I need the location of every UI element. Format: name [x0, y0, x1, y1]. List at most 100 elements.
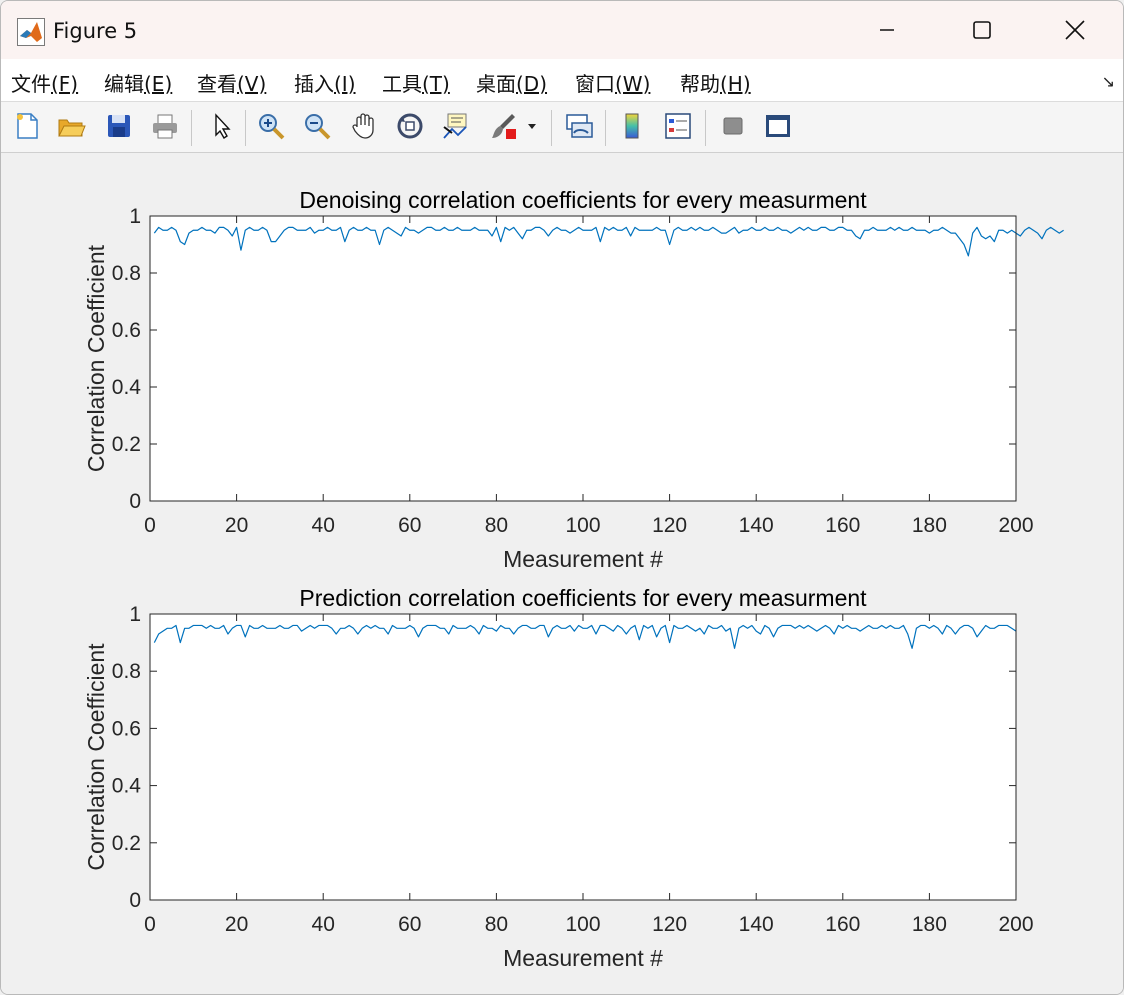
figure-canvas: 0 20 40 60 80 100 120 140 160 180 200 0 0.2 0.4 0.6 0.8…	[1, 153, 1123, 994]
open-file-icon	[58, 119, 86, 137]
y-tick-label: 0.2	[112, 832, 141, 855]
figure-toolbar	[1, 102, 1123, 153]
menu-window[interactable]: 窗口(W)	[575, 68, 650, 97]
chart-title: Denoising correlation coefficients for e…	[299, 187, 867, 213]
maximize-button[interactable]	[952, 9, 1012, 51]
x-tick-label: 0	[144, 913, 156, 936]
show-plot-tools-icon	[766, 115, 790, 137]
zoom-in-icon	[259, 114, 285, 140]
hide-plot-tools-icon	[723, 117, 743, 135]
print-icon	[153, 114, 177, 139]
toolbar-separator	[705, 110, 706, 146]
select-arrow-icon	[215, 113, 231, 139]
dock-arrow-icon[interactable]: ↘	[1102, 72, 1115, 91]
x-tick-label: 80	[485, 913, 508, 936]
menu-view[interactable]: 查看(V)	[197, 68, 266, 97]
new-figure-button[interactable]	[9, 108, 45, 144]
x-tick-label: 140	[739, 913, 774, 936]
toolbar-separator	[245, 110, 246, 146]
legend-icon	[665, 113, 691, 139]
new-figure-icon	[17, 113, 38, 139]
rotate-3d-icon	[397, 113, 423, 139]
link-plot-icon	[566, 114, 593, 138]
x-tick-label: 120	[652, 514, 687, 537]
select-button[interactable]	[203, 108, 239, 144]
menu-edit[interactable]: 编辑(E)	[104, 68, 172, 97]
zoom-out-button[interactable]	[299, 108, 335, 144]
data-cursor-button[interactable]	[437, 108, 473, 144]
link-plot-button[interactable]	[561, 108, 597, 144]
axes-background	[150, 216, 1016, 501]
title-bar: Figure 5	[1, 1, 1123, 59]
open-file-button[interactable]	[53, 108, 89, 144]
close-button[interactable]	[1045, 9, 1105, 51]
toolbar-separator	[191, 110, 192, 146]
y-tick-label: 0.6	[112, 717, 141, 740]
chevron-down-icon	[528, 124, 536, 129]
toolbar-separator	[551, 110, 552, 146]
save-icon	[108, 115, 130, 137]
data-cursor-icon	[443, 113, 467, 139]
axes-background	[150, 614, 1016, 900]
show-plot-tools-button[interactable]	[760, 108, 796, 144]
x-tick-label: 100	[565, 913, 600, 936]
print-button[interactable]	[147, 108, 183, 144]
y-tick-label: 0.6	[112, 319, 141, 342]
window-title: Figure 5	[53, 19, 138, 43]
x-tick-label: 20	[225, 913, 248, 936]
x-axis-label: Measurement #	[503, 546, 663, 572]
minimize-button[interactable]	[857, 9, 917, 51]
rotate-3d-button[interactable]	[392, 108, 428, 144]
brush-button[interactable]	[485, 108, 521, 144]
x-tick-label: 160	[825, 514, 860, 537]
colorbar-icon	[625, 113, 639, 139]
zoom-in-button[interactable]	[253, 108, 289, 144]
menu-file[interactable]: 文件(F)	[11, 68, 78, 97]
x-tick-label: 140	[739, 514, 774, 537]
menu-tools[interactable]: 工具(T)	[382, 68, 450, 97]
y-tick-label: 0.8	[112, 262, 141, 285]
pan-hand-icon	[352, 113, 374, 139]
x-tick-label: 60	[398, 514, 421, 537]
menu-help[interactable]: 帮助(H)	[680, 68, 751, 97]
y-tick-label: 1	[129, 603, 141, 626]
x-tick-label: 60	[398, 913, 421, 936]
pan-button[interactable]	[346, 108, 382, 144]
hide-plot-tools-button[interactable]	[715, 108, 751, 144]
matlab-icon	[17, 18, 45, 46]
x-tick-label: 40	[312, 514, 335, 537]
plot-area: 0 20 40 60 80 100 120 140 160 180 20000.20.40.60.8…	[83, 187, 1064, 971]
y-tick-label: 0.2	[112, 433, 141, 456]
x-tick-label: 160	[825, 913, 860, 936]
y-tick-label: 0.4	[112, 775, 142, 798]
minimize-icon	[880, 29, 894, 31]
y-tick-label: 0	[129, 490, 141, 513]
x-tick-label: 120	[652, 913, 687, 936]
insert-legend-button[interactable]	[660, 108, 696, 144]
x-tick-label: 200	[998, 913, 1033, 936]
y-axis-label: Correlation Coefficient	[83, 244, 109, 472]
figure-window: Figure 5 文件(F) 编辑(E) 查看(V) 插入(I) 工具(T) 桌…	[0, 0, 1124, 995]
zoom-out-icon	[305, 114, 331, 140]
menu-desktop[interactable]: 桌面(D)	[476, 68, 547, 97]
save-button[interactable]	[101, 108, 137, 144]
x-axis-label: Measurement #	[503, 945, 663, 971]
x-tick-label: 100	[565, 514, 600, 537]
menu-insert[interactable]: 插入(I)	[294, 68, 356, 97]
x-tick-label: 200	[998, 514, 1033, 537]
y-axis-label: Correlation Coefficient	[83, 643, 109, 871]
insert-colorbar-button[interactable]	[614, 108, 650, 144]
close-icon	[1065, 20, 1085, 40]
x-tick-label: 0	[144, 514, 156, 537]
maximize-icon	[973, 21, 991, 39]
x-tick-label: 180	[912, 913, 947, 936]
menu-bar: 文件(F) 编辑(E) 查看(V) 插入(I) 工具(T) 桌面(D) 窗口(W…	[1, 59, 1123, 102]
x-tick-label: 20	[225, 514, 248, 537]
brush-dropdown[interactable]	[523, 108, 541, 144]
y-tick-label: 0	[129, 889, 141, 912]
brush-icon	[492, 114, 516, 139]
toolbar-separator	[605, 110, 606, 146]
y-tick-label: 0.4	[112, 376, 142, 399]
y-tick-label: 1	[129, 205, 141, 228]
x-tick-label: 80	[485, 514, 508, 537]
